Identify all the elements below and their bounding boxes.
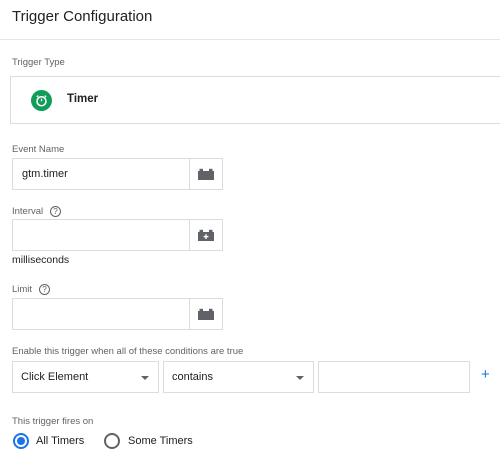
- condition-value-input[interactable]: [318, 361, 470, 393]
- interval-input[interactable]: [12, 219, 190, 251]
- trigger-type-selector[interactable]: Timer: [10, 76, 500, 124]
- dropdown-arrow-icon: [141, 376, 149, 380]
- trigger-configuration-panel: Trigger Configuration Trigger Type Timer…: [0, 0, 500, 461]
- interval-label: Interval: [12, 206, 44, 217]
- event-name-input[interactable]: [12, 158, 190, 190]
- limit-help-icon[interactable]: ?: [39, 284, 50, 295]
- condition-variable-value: Click Element: [21, 371, 89, 383]
- interval-units-text: milliseconds: [12, 254, 70, 266]
- panel-header: Trigger Configuration: [0, 0, 500, 40]
- add-condition-button[interactable]: +: [481, 366, 490, 384]
- variable-bricks-icon: [198, 168, 214, 180]
- variable-bricks-icon: [198, 229, 214, 241]
- fires-on-label: This trigger fires on: [12, 416, 94, 427]
- dropdown-arrow-icon: [296, 376, 304, 380]
- condition-variable-select[interactable]: Click Element: [12, 361, 159, 393]
- limit-input[interactable]: [12, 298, 190, 330]
- condition-operator-value: contains: [172, 371, 213, 383]
- trigger-type-name: Timer: [67, 93, 99, 105]
- event-name-label: Event Name: [12, 144, 65, 155]
- conditions-label: Enable this trigger when all of these co…: [12, 346, 244, 357]
- limit-variable-button[interactable]: [190, 298, 223, 330]
- some-timers-radio[interactable]: [104, 433, 120, 449]
- all-timers-label[interactable]: All Timers: [36, 435, 84, 447]
- interval-help-icon[interactable]: ?: [50, 206, 61, 217]
- interval-variable-button[interactable]: [190, 219, 223, 251]
- some-timers-label[interactable]: Some Timers: [128, 435, 193, 447]
- condition-operator-select[interactable]: contains: [163, 361, 314, 393]
- limit-label: Limit: [12, 284, 33, 295]
- trigger-type-label: Trigger Type: [12, 57, 65, 68]
- all-timers-radio[interactable]: [13, 433, 29, 449]
- timer-icon: [31, 90, 52, 111]
- variable-bricks-icon: [198, 308, 214, 320]
- event-name-variable-button[interactable]: [190, 158, 223, 190]
- page-title: Trigger Configuration: [12, 8, 153, 25]
